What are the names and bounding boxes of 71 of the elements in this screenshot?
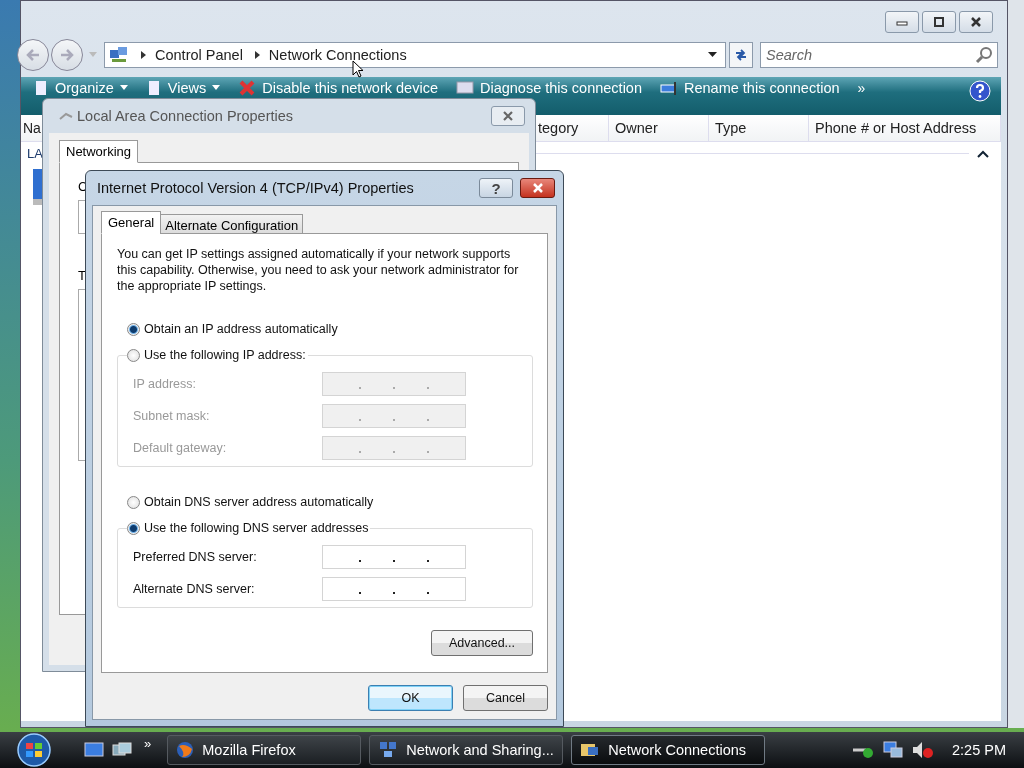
back-arrow-icon: [25, 48, 41, 62]
caret-icon: [212, 85, 221, 91]
dialog-title: Internet Protocol Version 4 (TCP/IPv4) Properties: [97, 180, 414, 196]
collapse-icon[interactable]: [977, 149, 989, 158]
help-icon[interactable]: [969, 80, 991, 102]
field-label: IP address:: [133, 377, 196, 391]
monitor-icon: [455, 80, 474, 96]
address-bar[interactable]: Control Panel Network Connections: [104, 42, 726, 68]
breadcrumb-item[interactable]: Control Panel: [155, 47, 243, 63]
cross-icon: [238, 80, 257, 96]
rename-icon: [660, 80, 678, 96]
taskbar-button[interactable]: Network and Sharing...: [369, 735, 564, 765]
document-icon: [33, 80, 49, 96]
ip-address-field[interactable]: [322, 436, 466, 460]
chevron-icon[interactable]: [141, 51, 147, 59]
field-label: Default gateway:: [133, 441, 227, 455]
taskbar-button[interactable]: Mozilla Firefox: [167, 735, 362, 765]
caret-icon: [119, 85, 128, 91]
field-label: Subnet mask:: [133, 409, 210, 423]
close-button[interactable]: [520, 178, 555, 198]
column-header[interactable]: Type: [709, 115, 809, 141]
ip-address-field[interactable]: [322, 372, 466, 396]
close-icon: [501, 110, 515, 122]
chevron-icon[interactable]: [254, 51, 261, 59]
field-label: Preferred DNS server:: [133, 550, 257, 564]
forward-arrow-icon: [59, 48, 75, 62]
ip-address-field[interactable]: [322, 404, 466, 428]
ip-address-field[interactable]: [322, 545, 466, 569]
maximize-icon: [932, 16, 946, 28]
muted-speaker-icon[interactable]: [912, 741, 934, 759]
tab[interactable]: General: [101, 211, 162, 234]
cursor-icon: [352, 60, 364, 78]
ip-address-field[interactable]: [322, 577, 466, 601]
group-header[interactable]: LA: [25, 146, 43, 161]
advanced-button[interactable]: Advanced...: [431, 630, 533, 656]
tab[interactable]: Alternate Configuration: [160, 214, 304, 234]
toolbar-button[interactable]: Views: [143, 80, 223, 96]
help-button[interactable]: ?: [479, 178, 513, 198]
toolbar-button[interactable]: Rename this connection: [658, 80, 842, 96]
maximize-button[interactable]: [922, 11, 956, 33]
search-field[interactable]: Search: [760, 42, 998, 68]
close-button[interactable]: [959, 11, 993, 33]
desktop-icon[interactable]: [84, 742, 104, 758]
field-label: Alternate DNS server:: [133, 582, 255, 596]
globe-icon: [176, 741, 195, 759]
description-text: You can get IP settings assigned automatically if your network supports this capability. Otherwise, you need to ask your network administrator for the appropriate IP settings.: [117, 246, 520, 294]
column-header[interactable]: Owner: [609, 115, 709, 141]
more-button[interactable]: »: [855, 80, 868, 96]
network-folder-icon: [580, 741, 601, 759]
windows-icon[interactable]: [112, 742, 132, 758]
tab[interactable]: Networking: [59, 140, 139, 163]
toolbar-button[interactable]: Disable this network device: [236, 80, 440, 96]
refresh-button[interactable]: [729, 42, 753, 68]
dialog-button[interactable]: Cancel: [463, 685, 548, 711]
dialog-title: Local Area Connection Properties: [77, 108, 294, 124]
more-button[interactable]: »: [140, 736, 156, 751]
close-icon: [969, 16, 983, 28]
label-text: T: [78, 268, 86, 283]
close-icon: [530, 182, 545, 194]
breadcrumb-item[interactable]: Network Connections: [268, 47, 407, 63]
toolbar-button[interactable]: Organize: [31, 80, 130, 96]
search-icon: [975, 46, 993, 64]
refresh-icon: [734, 48, 748, 62]
forward-button[interactable]: [51, 39, 83, 71]
dialog-button[interactable]: OK: [368, 685, 453, 711]
toolbar-button[interactable]: Diagnose this connection: [453, 80, 644, 96]
back-button[interactable]: [17, 39, 49, 71]
column-header[interactable]: Phone # or Host Address: [809, 115, 1001, 141]
taskbar-button[interactable]: Network Connections: [571, 735, 766, 765]
clock[interactable]: 2:25 PM: [952, 742, 1006, 758]
caret-icon[interactable]: [708, 52, 717, 58]
